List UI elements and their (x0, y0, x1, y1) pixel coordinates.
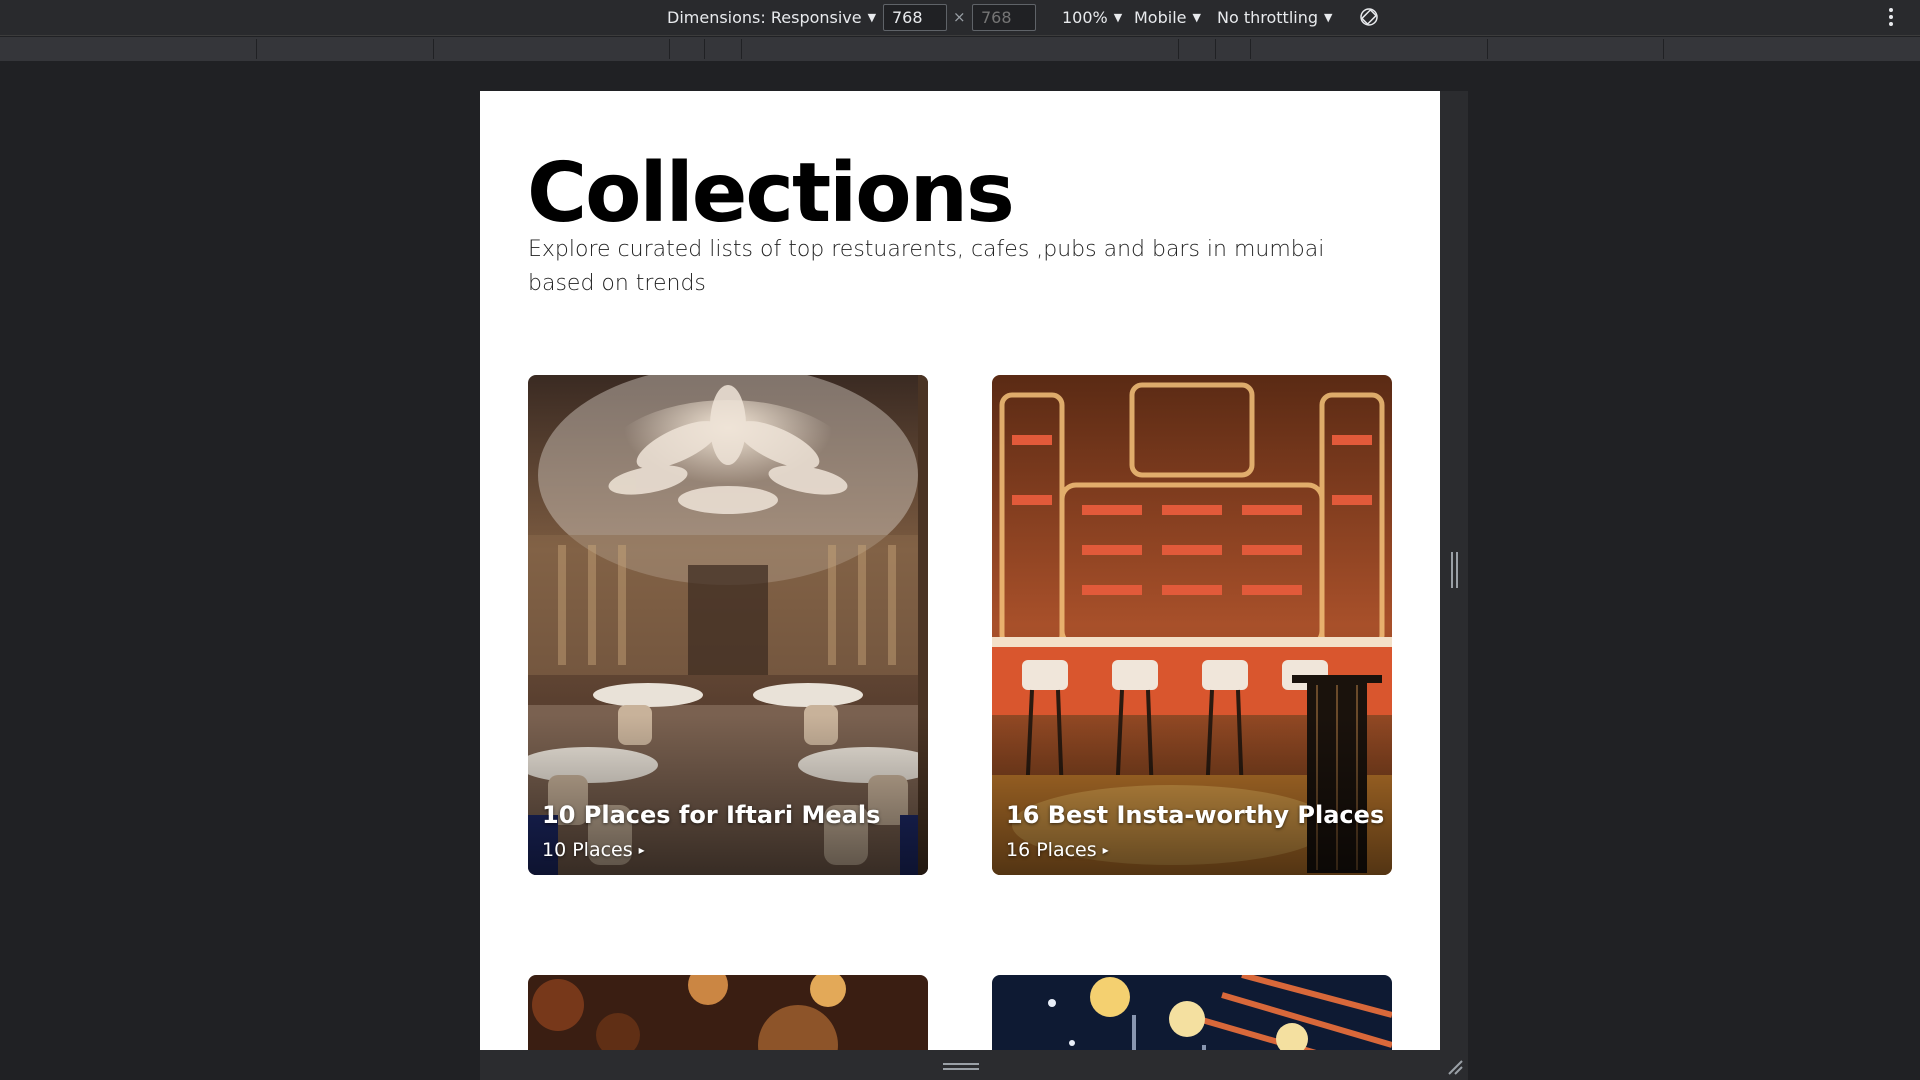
chevron-down-icon: ▼ (1324, 11, 1333, 24)
rotate-icon[interactable] (1359, 7, 1379, 27)
height-resize-handle[interactable] (943, 1063, 979, 1070)
card-count-link[interactable]: 10 Places ▸ (542, 839, 645, 861)
network-dropdown[interactable]: No throttling ▼ (1217, 8, 1332, 27)
dimensions-label: Dimensions: Responsive (667, 8, 862, 27)
emulated-viewport: Collections Explore curated lists of top… (480, 91, 1440, 1050)
more-options-icon[interactable] (1888, 6, 1894, 28)
height-input[interactable] (972, 4, 1036, 31)
collection-card[interactable]: 16 Best Insta-worthy Places 16 Places ▸ (992, 375, 1392, 875)
zoom-dropdown[interactable]: 100% ▼ (1062, 8, 1122, 27)
network-label: No throttling (1217, 8, 1319, 27)
chevron-down-icon: ▼ (1192, 11, 1201, 24)
width-resize-handle[interactable] (1451, 552, 1458, 588)
throttle-dropdown[interactable]: Mobile ▼ (1134, 8, 1201, 27)
card-title: 16 Best Insta-worthy Places (1006, 801, 1385, 829)
card-title: 10 Places for Iftari Meals (542, 801, 881, 829)
collection-card[interactable] (528, 975, 928, 1050)
page-subtitle: Explore curated lists of top restuarents… (528, 237, 1325, 296)
collection-card[interactable] (992, 975, 1392, 1050)
caret-right-icon: ▸ (1102, 843, 1109, 857)
terrace-lights-image (992, 975, 1392, 1050)
bokeh-lights-image (528, 975, 928, 1050)
corner-resize-icon[interactable] (1446, 1058, 1464, 1076)
caret-right-icon: ▸ (638, 843, 645, 857)
card-count: 10 Places (542, 839, 633, 861)
page-title: Collections (527, 146, 1015, 241)
times-symbol: × (953, 8, 966, 26)
card-count-link[interactable]: 16 Places ▸ (1006, 839, 1109, 861)
width-input[interactable] (883, 4, 947, 31)
throttle-label: Mobile (1134, 8, 1187, 27)
chevron-down-icon: ▼ (1113, 11, 1123, 24)
card-count: 16 Places (1006, 839, 1097, 861)
chevron-down-icon: ▼ (867, 11, 877, 24)
media-query-bar[interactable] (0, 37, 1920, 61)
zoom-label: 100% (1062, 8, 1108, 27)
device-toolbar: Dimensions: Responsive ▼ × 100% ▼ Mobile… (0, 0, 1920, 36)
collection-card[interactable]: 10 Places for Iftari Meals 10 Places ▸ (528, 375, 928, 875)
dimensions-dropdown[interactable]: Dimensions: Responsive ▼ (667, 8, 876, 27)
